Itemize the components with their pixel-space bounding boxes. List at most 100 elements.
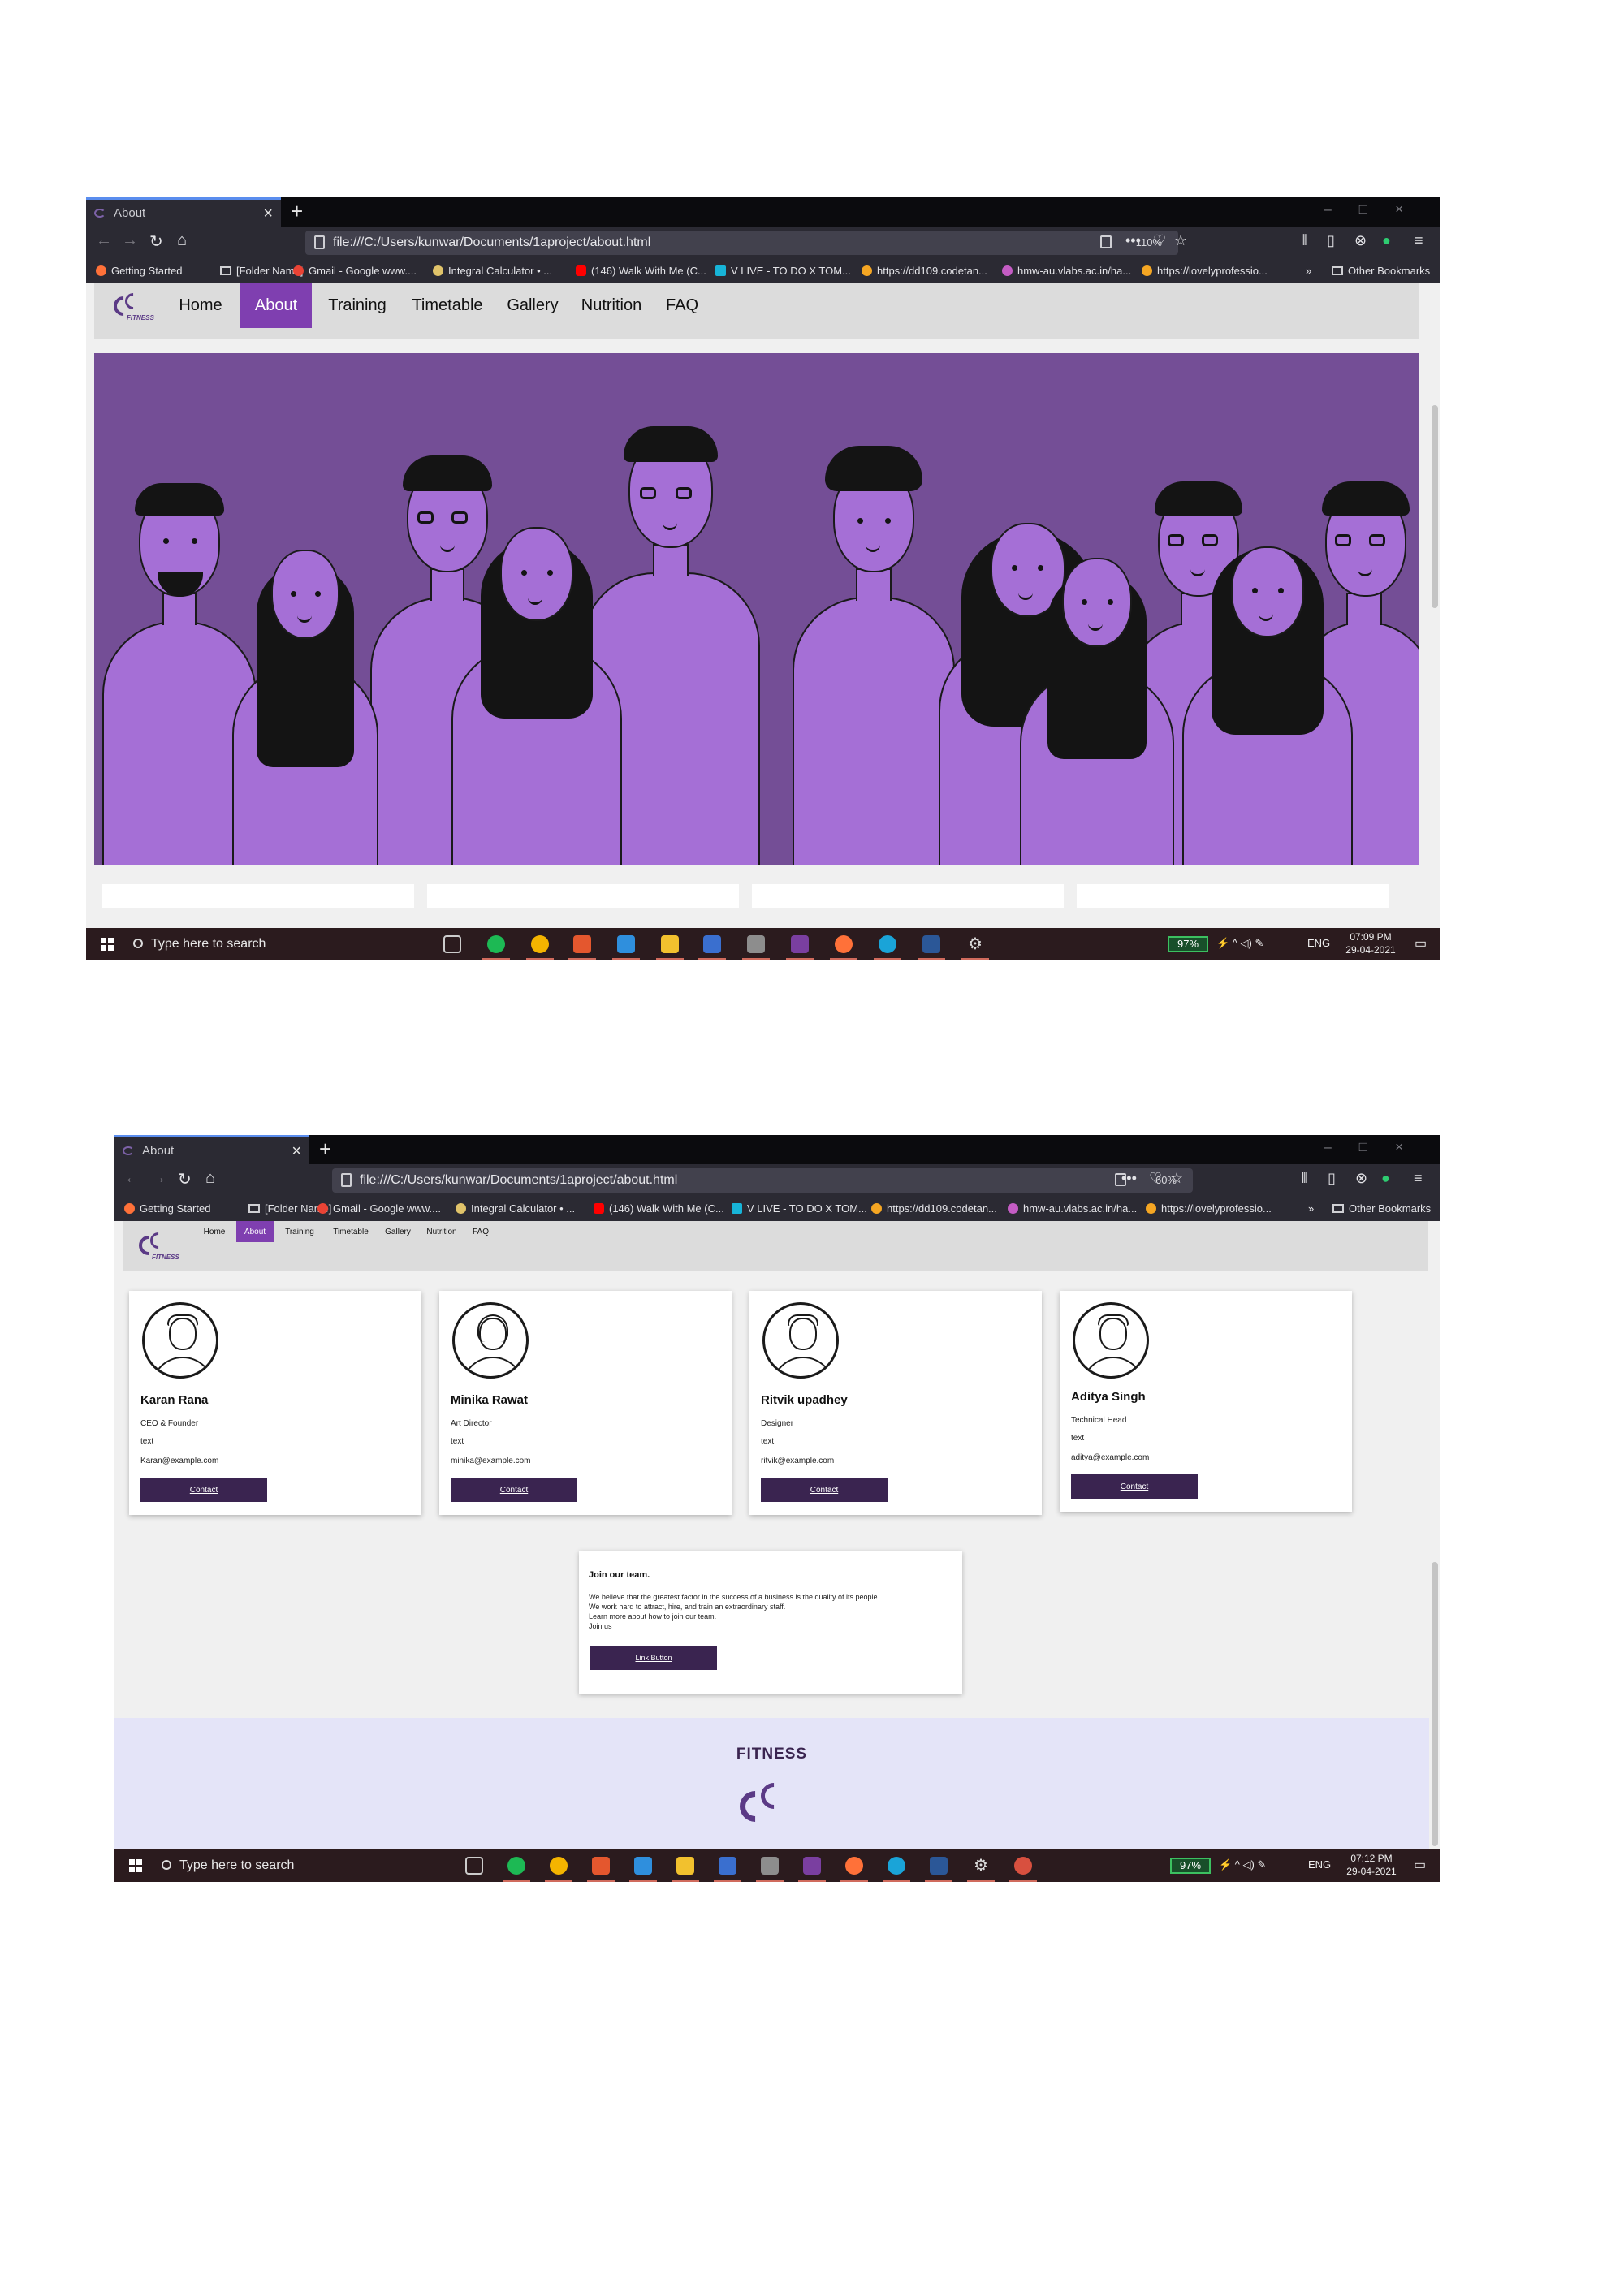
library-icon[interactable]: ⫴ xyxy=(1301,232,1307,249)
windows-start-icon[interactable] xyxy=(129,1859,142,1872)
menu-icon[interactable]: ≡ xyxy=(1415,232,1423,249)
forward-icon[interactable]: → xyxy=(122,231,138,250)
fitness-logo[interactable]: FITNESS xyxy=(110,289,159,326)
link-button[interactable]: Link Button xyxy=(590,1646,717,1670)
nav-gallery[interactable]: Gallery xyxy=(379,1221,417,1242)
nav-training[interactable]: Training xyxy=(320,283,395,328)
bookmark-item[interactable]: Getting Started xyxy=(124,1202,210,1215)
sidebar-icon[interactable]: ▯ xyxy=(1327,232,1335,249)
mail-icon[interactable] xyxy=(612,935,640,960)
contact-button[interactable]: Contact xyxy=(140,1478,267,1502)
bookmark-item[interactable]: https://lovelyprofessio... xyxy=(1146,1202,1272,1215)
word-icon[interactable] xyxy=(918,935,945,960)
back-icon[interactable]: ← xyxy=(124,1169,140,1188)
battery-indicator[interactable]: 97% xyxy=(1168,936,1208,952)
bookmark-item[interactable]: Integral Calculator • ... xyxy=(456,1202,575,1215)
pocket-icon[interactable]: ♡ xyxy=(1149,1170,1162,1187)
word-icon[interactable] xyxy=(925,1857,952,1882)
window-controls[interactable]: –□× xyxy=(1324,1139,1431,1155)
app-icon[interactable] xyxy=(714,1857,741,1882)
firefox-icon[interactable] xyxy=(830,935,857,960)
nav-nutrition[interactable]: Nutrition xyxy=(573,283,650,328)
bookmark-item[interactable]: https://lovelyprofessio... xyxy=(1142,265,1268,277)
nav-timetable[interactable]: Timetable xyxy=(326,1221,376,1242)
battery-indicator[interactable]: 97% xyxy=(1170,1858,1211,1874)
home-icon[interactable]: ⌂ xyxy=(205,1169,215,1188)
window-controls[interactable]: –□× xyxy=(1324,201,1431,218)
more-actions-icon[interactable]: ••• xyxy=(1125,232,1141,249)
spotify-icon[interactable] xyxy=(503,1857,530,1882)
bookmark-item[interactable]: (146) Walk With Me (C... xyxy=(576,265,706,277)
spotify-icon[interactable] xyxy=(482,935,510,960)
system-clock[interactable]: 07:12 PM 29-04-2021 xyxy=(1341,1852,1402,1878)
contact-button[interactable]: Contact xyxy=(451,1478,577,1502)
nav-training[interactable]: Training xyxy=(277,1221,322,1242)
notifications-icon[interactable]: ▭ xyxy=(1415,935,1427,952)
taskbar-search[interactable]: Type here to search xyxy=(133,937,266,952)
back-icon[interactable]: ← xyxy=(96,231,112,250)
chrome-icon[interactable] xyxy=(545,1857,572,1882)
sidebar-icon[interactable]: ▯ xyxy=(1328,1170,1336,1187)
settings-gear-icon[interactable]: ⚙ xyxy=(961,935,989,960)
other-bookmarks[interactable]: Other Bookmarks xyxy=(1332,265,1430,277)
language-indicator[interactable]: ENG xyxy=(1308,1858,1331,1871)
reload-icon[interactable]: ↻ xyxy=(149,231,163,252)
camera-icon[interactable] xyxy=(756,1857,784,1882)
more-actions-icon[interactable]: ••• xyxy=(1121,1170,1137,1187)
address-bar[interactable]: file:///C:/Users/kunwar/Documents/1aproj… xyxy=(305,231,1178,255)
camera-icon[interactable] xyxy=(742,935,770,960)
office-icon[interactable] xyxy=(568,935,596,960)
nav-faq[interactable]: FAQ xyxy=(658,283,706,328)
tab-about[interactable]: About × xyxy=(86,197,281,227)
onenote-icon[interactable] xyxy=(786,935,814,960)
language-indicator[interactable]: ENG xyxy=(1307,937,1330,949)
onenote-icon[interactable] xyxy=(798,1857,826,1882)
new-tab-icon[interactable]: + xyxy=(319,1137,331,1162)
task-view-icon[interactable] xyxy=(465,1857,483,1875)
nav-about[interactable]: About xyxy=(240,283,312,328)
page-scrollbar[interactable] xyxy=(1429,283,1440,928)
scrollbar-thumb[interactable] xyxy=(1432,405,1438,608)
reader-view-icon[interactable] xyxy=(1100,235,1112,248)
contact-button[interactable]: Contact xyxy=(1071,1474,1198,1499)
other-bookmarks[interactable]: Other Bookmarks xyxy=(1332,1202,1431,1215)
tray-icons[interactable]: ⚡ ^ ◁) ✎ xyxy=(1219,1858,1266,1871)
page-scrollbar[interactable] xyxy=(1429,1221,1440,1849)
edge-icon[interactable] xyxy=(874,935,901,960)
nav-about[interactable]: About xyxy=(236,1221,274,1242)
more-bookmarks-icon[interactable]: » xyxy=(1306,265,1311,277)
bookmark-item[interactable]: https://dd109.codetan... xyxy=(862,265,987,277)
firefox-icon[interactable] xyxy=(840,1857,868,1882)
extension-x-icon[interactable]: ⊗ xyxy=(1354,232,1367,249)
new-tab-icon[interactable]: + xyxy=(291,199,303,224)
notifications-icon[interactable]: ▭ xyxy=(1414,1857,1426,1873)
mail-icon[interactable] xyxy=(629,1857,657,1882)
nav-faq[interactable]: FAQ xyxy=(467,1221,495,1242)
bookmark-item[interactable]: Gmail - Google www.... xyxy=(317,1202,441,1215)
task-view-icon[interactable] xyxy=(443,935,461,953)
bookmark-star-icon[interactable]: ☆ xyxy=(1174,232,1187,249)
bookmark-item[interactable]: hmw-au.vlabs.ac.in/ha... xyxy=(1008,1202,1137,1215)
close-tab-icon[interactable]: × xyxy=(263,205,273,223)
tab-about[interactable]: About × xyxy=(114,1135,309,1164)
nav-gallery[interactable]: Gallery xyxy=(500,283,565,328)
grammarly-icon[interactable]: ● xyxy=(1382,232,1391,249)
grammarly-icon[interactable]: ● xyxy=(1381,1170,1390,1187)
file-explorer-icon[interactable] xyxy=(656,935,684,960)
nav-home[interactable]: Home xyxy=(169,283,232,328)
file-explorer-icon[interactable] xyxy=(672,1857,699,1882)
bookmark-item[interactable]: https://dd109.codetan... xyxy=(871,1202,997,1215)
home-icon[interactable]: ⌂ xyxy=(177,231,187,250)
bookmark-item[interactable]: Getting Started xyxy=(96,265,182,277)
pocket-icon[interactable]: ♡ xyxy=(1153,232,1166,249)
app-icon[interactable] xyxy=(698,935,726,960)
nav-nutrition[interactable]: Nutrition xyxy=(420,1221,464,1242)
library-icon[interactable]: ⫴ xyxy=(1302,1170,1308,1187)
extension-x-icon[interactable]: ⊗ xyxy=(1355,1170,1367,1187)
bookmark-item[interactable]: V LIVE - TO DO X TOM... xyxy=(732,1202,867,1215)
forward-icon[interactable]: → xyxy=(150,1169,166,1188)
bookmark-item[interactable]: Gmail - Google www.... xyxy=(293,265,417,277)
bookmark-item[interactable]: [Folder Name] xyxy=(220,265,303,277)
reload-icon[interactable]: ↻ xyxy=(178,1169,192,1189)
bookmark-item[interactable]: (146) Walk With Me (C... xyxy=(594,1202,724,1215)
